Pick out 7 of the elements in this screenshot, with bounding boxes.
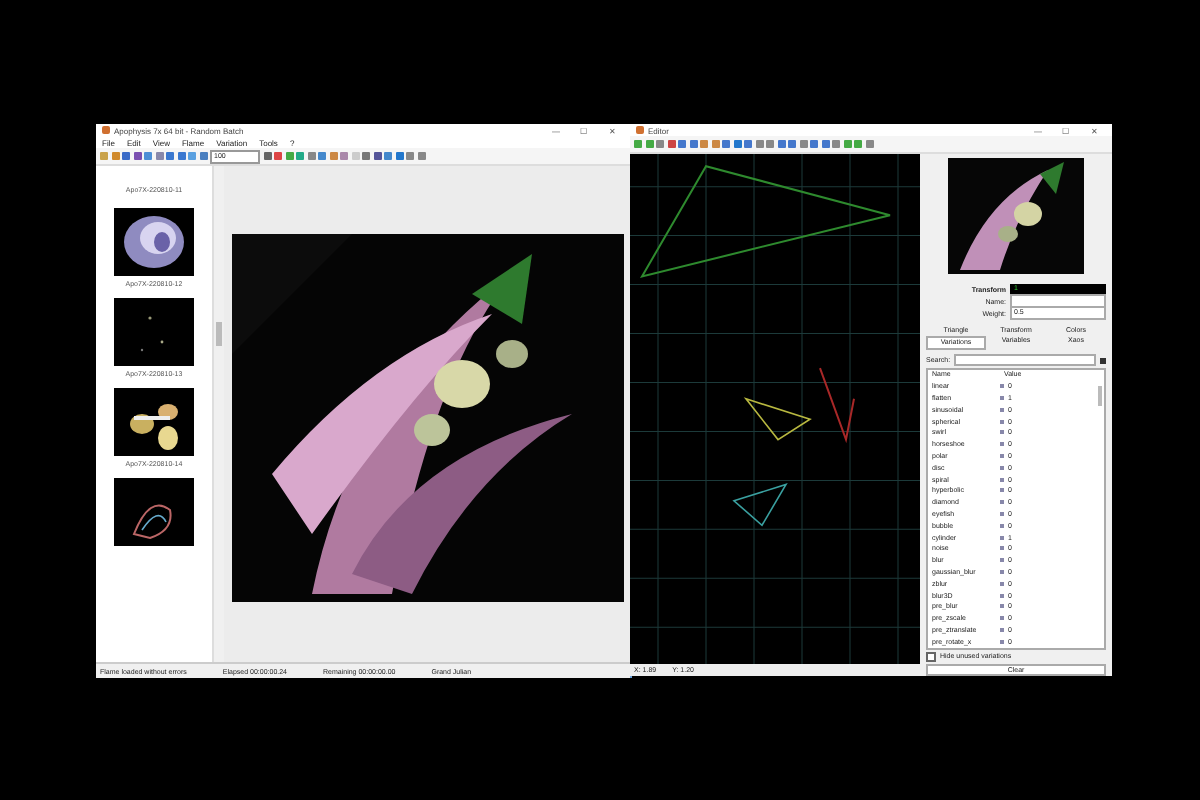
clear-search-icon[interactable] [1100,357,1106,363]
scrollbar[interactable] [1098,385,1102,405]
search-field[interactable] [954,354,1096,366]
checkbox[interactable] [926,651,936,662]
scrollbar[interactable] [212,166,224,662]
app-icon [636,126,644,134]
app-icon [102,126,110,134]
